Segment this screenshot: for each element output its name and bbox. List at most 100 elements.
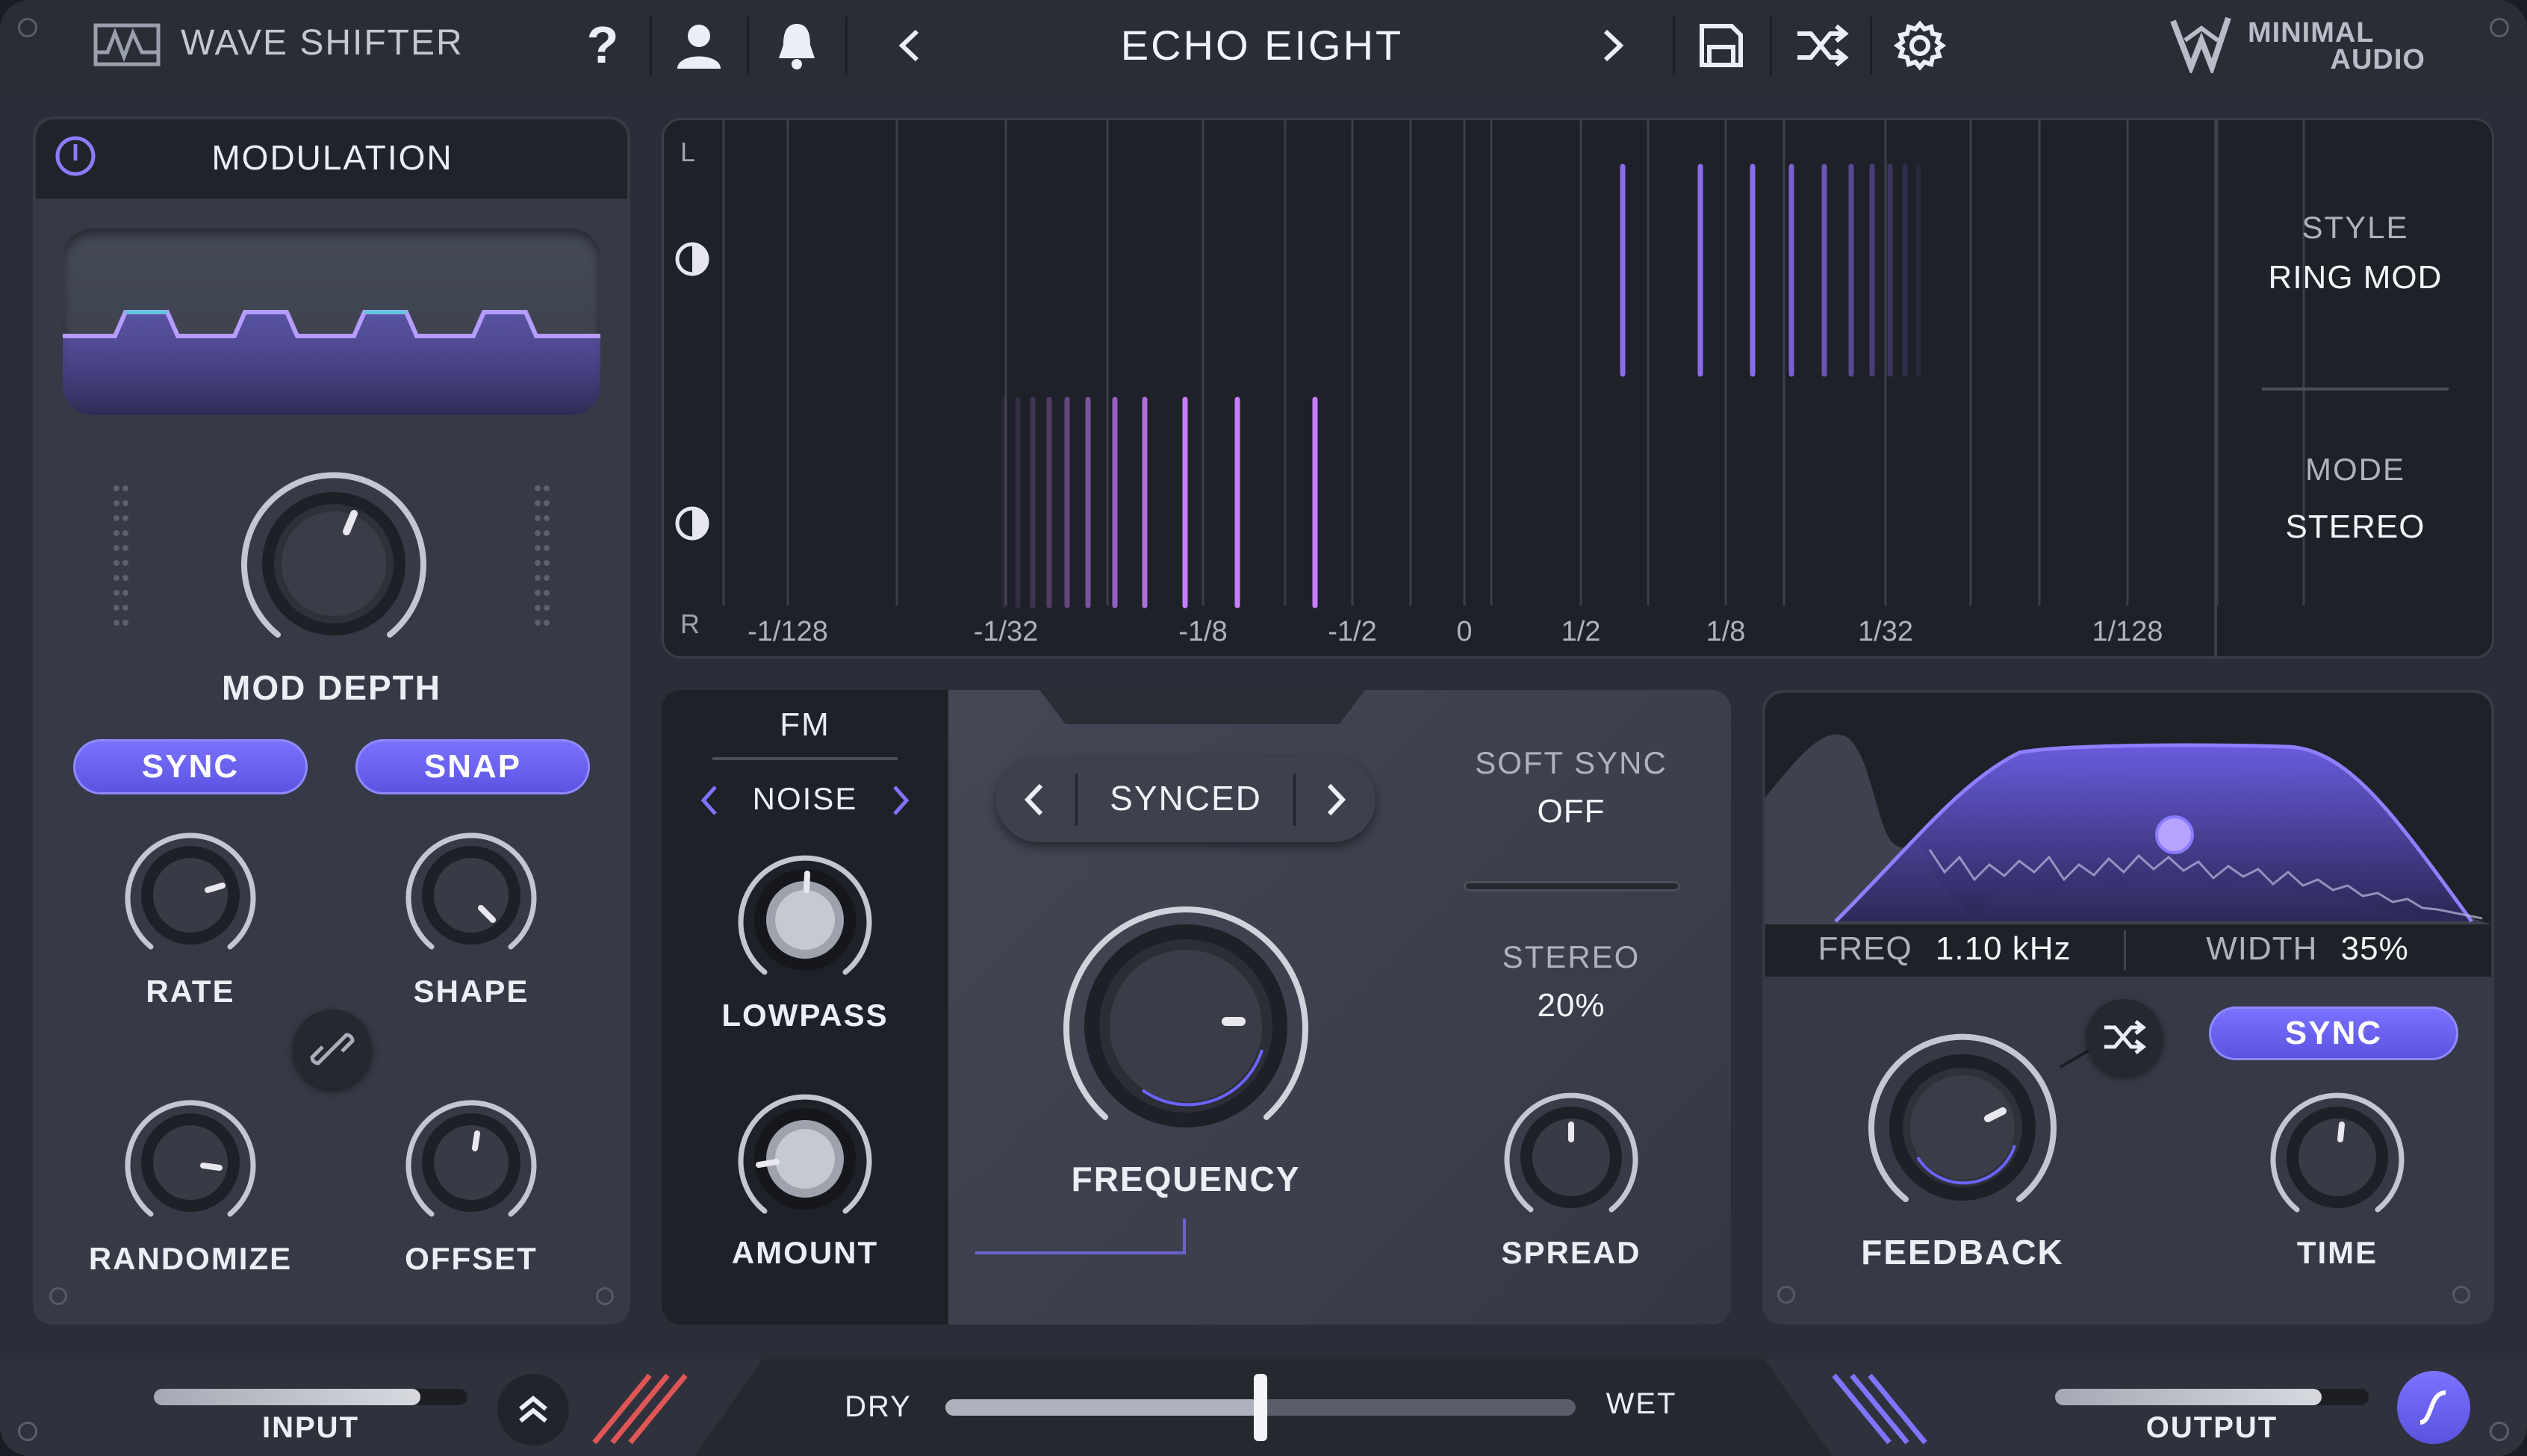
mod-waveform — [63, 310, 600, 415]
modulation-power-button[interactable] — [51, 131, 100, 181]
mode-divider — [1075, 774, 1078, 826]
corner-screw-tl — [18, 18, 37, 37]
input-meter-fill — [154, 1389, 420, 1405]
mod-drag-handle-left[interactable] — [112, 484, 130, 630]
randomize-knob[interactable] — [119, 1092, 261, 1233]
brand-name: MINIMAL AUDIO — [2248, 17, 2434, 74]
mode-value: STEREO — [2285, 508, 2425, 545]
user-button[interactable] — [671, 19, 727, 72]
offset-knob[interactable] — [400, 1092, 542, 1233]
stereo-value: 20% — [1537, 987, 1606, 1024]
width-value: 35% — [2340, 930, 2409, 967]
save-button[interactable] — [1694, 18, 1749, 73]
header-divider — [747, 16, 749, 75]
product-name: WAVE SHIFTER — [181, 23, 464, 63]
corner-screw-bl — [18, 1422, 37, 1441]
notifications-button[interactable] — [769, 18, 824, 73]
feedback-knob[interactable] — [1861, 1026, 2064, 1229]
soft-sync-title: SOFT SYNC — [1475, 745, 1667, 780]
freq-readout[interactable]: FREQ 1.10 kHz — [1765, 930, 2124, 968]
rate-knob[interactable] — [119, 824, 261, 966]
time-axis-tick-label: -1/128 — [747, 616, 828, 647]
fm-source[interactable]: NOISE — [736, 781, 874, 817]
mod-drag-handle-right[interactable] — [533, 484, 551, 630]
frequency-knob[interactable] — [1053, 893, 1319, 1144]
user-icon — [677, 25, 721, 69]
corner-screw-br — [2490, 1422, 2509, 1441]
time-knob[interactable] — [2266, 1086, 2409, 1229]
offset-label: OFFSET — [405, 1241, 538, 1276]
dry-wet-slider[interactable] — [945, 1374, 1576, 1441]
time-axis-tick-label: -1/8 — [1178, 616, 1228, 647]
style-selector[interactable]: STYLE RING MOD — [2240, 210, 2471, 314]
dry-wet-thumb[interactable] — [1254, 1374, 1267, 1441]
time-axis-tick-label: 1/8 — [1706, 616, 1746, 647]
logo-wave-icon — [93, 23, 161, 66]
header-divider — [845, 16, 848, 75]
header-divider — [1870, 16, 1872, 75]
feedback-random-button[interactable] — [2086, 999, 2163, 1075]
fm-title: FM — [780, 706, 830, 743]
mod-snap-button[interactable]: SNAP — [355, 739, 590, 794]
mod-sync-button[interactable]: SYNC — [73, 739, 308, 794]
input-expand-button[interactable] — [497, 1374, 569, 1446]
plugin-window: WAVE SHIFTER ? ECHO EIGHT MINIMAL AUDIO — [0, 0, 2527, 1456]
settings-button[interactable] — [1891, 18, 1949, 73]
dry-wet-fill — [945, 1399, 1261, 1416]
style-value: RING MOD — [2268, 259, 2443, 296]
chevron-left-icon — [1024, 783, 1043, 816]
delay-sync-button[interactable]: SYNC — [2209, 1007, 2458, 1060]
help-button[interactable]: ? — [576, 16, 629, 74]
panel-screw — [2452, 1286, 2470, 1304]
soft-sync-slider[interactable] — [1464, 881, 1680, 892]
echo-display[interactable]: L R -1/128 -1/32 -1/8 -1/2 0 1/2 1/8 1/32 1/128 … — [662, 118, 2494, 659]
time-axis: -1/128 -1/32 -1/8 -1/2 0 1/2 1/8 1/32 1/128 — [664, 616, 2210, 653]
mode-prev-button[interactable] — [1010, 777, 1057, 823]
stereo-control[interactable]: STEREO 20% — [1444, 939, 1698, 1024]
next-preset-button[interactable] — [1591, 19, 1635, 72]
soft-sync-control[interactable]: SOFT SYNC OFF — [1444, 745, 1698, 830]
output-meter-fill — [2055, 1389, 2322, 1405]
amount-knob[interactable] — [733, 1087, 877, 1231]
dry-label: DRY — [845, 1390, 912, 1423]
output-meter[interactable] — [2055, 1389, 2369, 1405]
mod-depth-knob[interactable] — [233, 463, 435, 665]
preset-name[interactable]: ECHO EIGHT — [971, 21, 1553, 69]
readout-divider — [2124, 930, 2126, 971]
random-preset-button[interactable] — [1792, 18, 1852, 73]
prev-preset-button[interactable] — [887, 19, 932, 72]
mode-selector[interactable]: MODE STEREO — [2240, 452, 2471, 564]
output-curve-button[interactable] — [2397, 1371, 2470, 1444]
frequency-connector — [975, 1219, 1186, 1254]
save-icon — [1700, 24, 1743, 67]
fm-next-button[interactable] — [883, 780, 920, 821]
brand-logo-icon — [2170, 16, 2231, 73]
stereo-title: STEREO — [1502, 939, 1641, 974]
mod-waveform-display[interactable] — [63, 228, 600, 415]
fm-prev-button[interactable] — [690, 780, 727, 821]
input-label: INPUT — [262, 1411, 359, 1444]
lowpass-knob[interactable] — [733, 848, 877, 992]
mode-divider — [1293, 774, 1296, 826]
chevron-right-icon — [1603, 29, 1624, 62]
shape-knob[interactable] — [400, 824, 542, 966]
shuffle-icon — [2104, 1020, 2147, 1054]
mode-title: MODE — [2305, 452, 2405, 487]
wet-label: WET — [1606, 1387, 1677, 1420]
mode-next-button[interactable] — [1313, 777, 1361, 823]
width-readout[interactable]: WIDTH 35% — [2127, 930, 2488, 968]
time-axis-tick-label: 1/2 — [1561, 616, 1601, 647]
panel-notch — [1039, 690, 1365, 724]
link-button[interactable] — [293, 1009, 372, 1089]
curve-icon — [2419, 1390, 2446, 1425]
help-icon: ? — [586, 16, 619, 74]
bell-icon — [779, 24, 815, 69]
header-divider — [1673, 16, 1675, 75]
spread-knob[interactable] — [1499, 1086, 1643, 1229]
corner-screw-tr — [2490, 18, 2509, 37]
brand-line-1: MINIMAL — [2248, 17, 2375, 49]
osc-mode-value[interactable]: SYNCED — [1081, 778, 1290, 818]
link-icon — [310, 1033, 355, 1065]
input-meter[interactable] — [154, 1389, 467, 1405]
time-axis-tick-label: 0 — [1456, 616, 1473, 647]
